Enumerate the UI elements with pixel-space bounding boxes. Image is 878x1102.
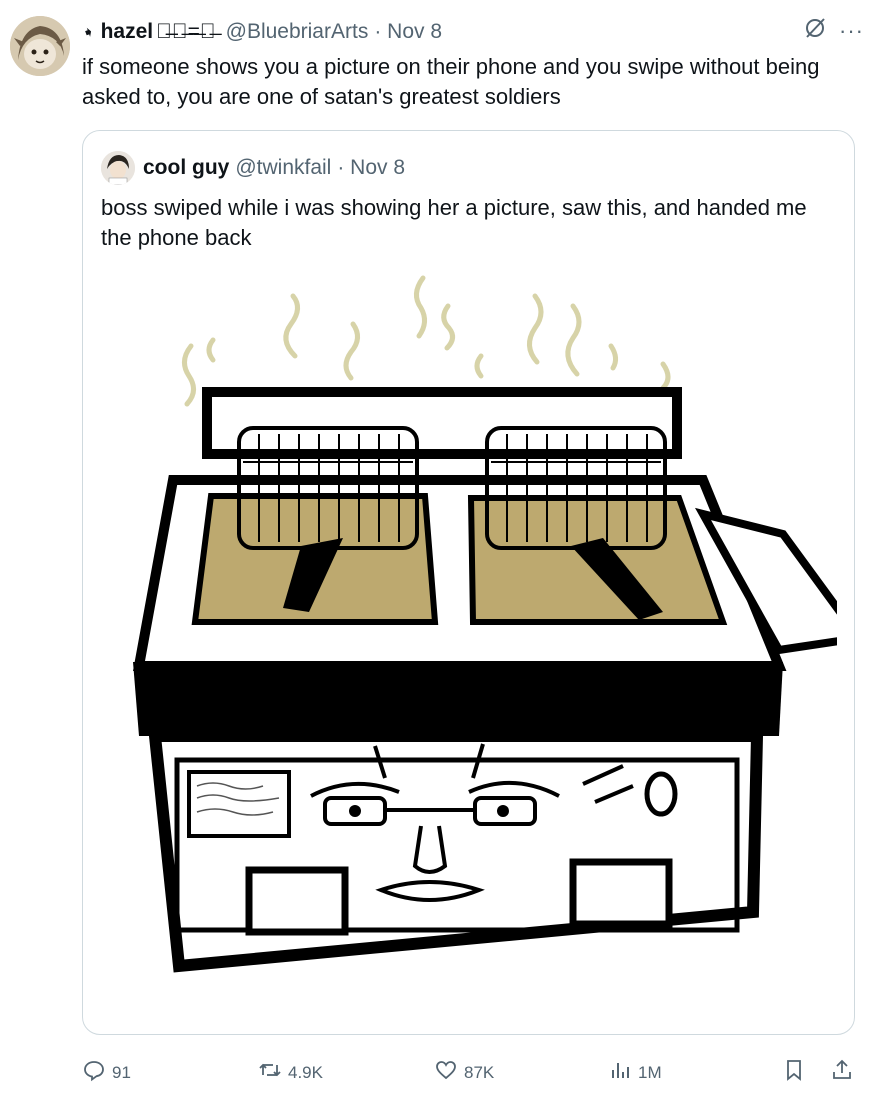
repost-count: 4.9K xyxy=(288,1062,323,1082)
tweet-text: if someone shows you a picture on their … xyxy=(82,54,820,109)
pin-icon: ➧ xyxy=(79,22,98,43)
author-handle[interactable]: @BluebriarArts xyxy=(226,20,369,44)
slashed-circle-icon[interactable] xyxy=(803,16,827,45)
quote-header: cool guy @twinkfail · Nov 8 xyxy=(101,151,405,185)
header-actions: ··· xyxy=(803,16,864,45)
heart-icon xyxy=(434,1058,458,1087)
author-name-decoration: ー̶̶デ̶=̶一̶ xyxy=(156,20,216,43)
quote-avatar[interactable] xyxy=(101,151,135,185)
quote-image-fryer-drawing[interactable] xyxy=(103,266,854,1026)
reply-icon xyxy=(82,1058,106,1087)
repost-icon xyxy=(258,1058,282,1087)
quote-text: boss swiped while i was showing her a pi… xyxy=(101,195,807,250)
views-button[interactable]: 1M xyxy=(608,1058,662,1087)
tweet-actions: 91 4.9K 87K 1M xyxy=(82,1058,862,1088)
share-icon xyxy=(830,1058,854,1087)
author-name[interactable]: hazel xyxy=(101,20,154,44)
bookmark-icon xyxy=(782,1058,806,1087)
more-icon[interactable]: ··· xyxy=(839,18,864,44)
author-avatar[interactable] xyxy=(10,16,70,76)
quote-author-handle[interactable]: @twinkfail xyxy=(235,156,331,180)
views-icon xyxy=(608,1058,632,1087)
quote-author-name[interactable]: cool guy xyxy=(143,156,229,180)
reply-button[interactable]: 91 xyxy=(82,1058,131,1087)
quote-date[interactable]: · Nov 8 xyxy=(337,156,405,180)
share-button[interactable] xyxy=(830,1058,854,1087)
like-count: 87K xyxy=(464,1062,495,1082)
like-button[interactable]: 87K xyxy=(434,1058,494,1087)
quoted-tweet[interactable]: cool guy @twinkfail · Nov 8 boss swiped … xyxy=(82,130,855,1035)
reply-count: 91 xyxy=(112,1062,131,1082)
tweet-date[interactable]: · Nov 8 xyxy=(374,20,442,44)
bookmark-button[interactable] xyxy=(782,1058,806,1087)
views-count: 1M xyxy=(638,1062,662,1082)
tweet-header: ➧ hazel ー̶̶デ̶=̶一̶ @BluebriarArts · Nov 8 xyxy=(79,18,878,46)
repost-button[interactable]: 4.9K xyxy=(258,1058,323,1087)
